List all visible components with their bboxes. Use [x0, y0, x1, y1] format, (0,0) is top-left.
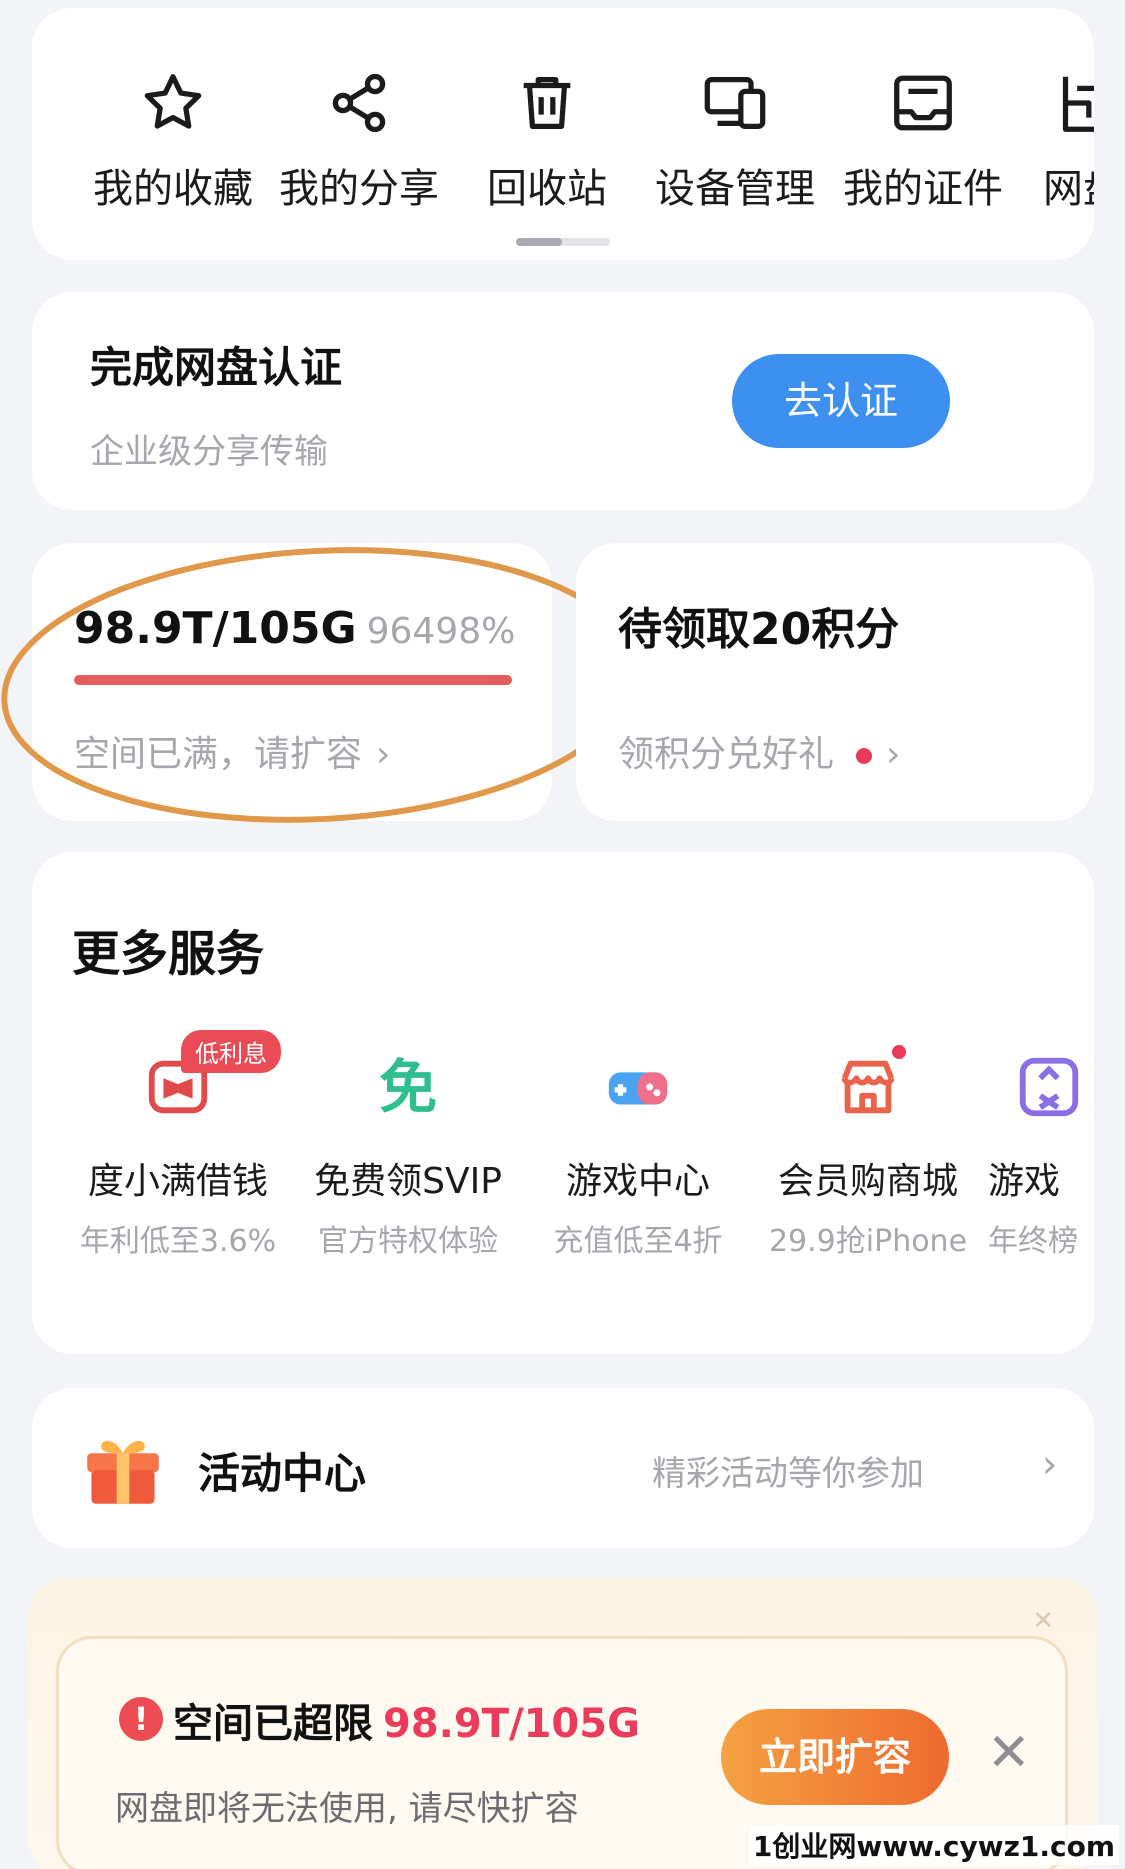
cloud-drive-icon [1062, 76, 1094, 132]
service-desc: 充值低至4折 [553, 1224, 723, 1259]
recycle-bin-button[interactable]: 回收站 [462, 68, 632, 214]
verification-card: 完成网盘认证 企业级分享传输 去认证 [32, 292, 1094, 510]
verification-subtitle: 企业级分享传输 [90, 432, 328, 472]
service-item-free-svip[interactable]: 免 免费领SVIP 官方特权体验 [298, 1052, 518, 1260]
storage-progress-fill [74, 675, 512, 685]
page-indicator-active [516, 238, 562, 246]
watermark: 1创业网www.cywz1.com [748, 1825, 1119, 1865]
storage-percent: 96498% [366, 611, 516, 652]
service-name: 度小满借钱 [87, 1161, 268, 1202]
devices-icon [704, 77, 766, 129]
quick-actions-card: 我的收藏 我的分享 回收站 设备管理 我的证件 网盘 [32, 8, 1094, 260]
store-icon [833, 1042, 909, 1122]
cloud-drive-button[interactable]: 网盘 [998, 68, 1094, 214]
chevron-right-icon: › [376, 734, 391, 775]
expand-now-button[interactable]: 立即扩容 [721, 1709, 949, 1805]
notification-dot [889, 1042, 909, 1062]
my-documents-label: 我的证件 [843, 166, 1003, 212]
storage-usage-value: 98.9T/105G [74, 603, 357, 654]
service-name: 游戏中心 [565, 1161, 710, 1202]
service-item-du-xiaoman[interactable]: 低利息 度小满借钱 年利低至3.6% [68, 1030, 288, 1260]
verification-title: 完成网盘认证 [90, 343, 343, 392]
service-item-member-store[interactable]: 会员购商城 29.9抢iPhone [758, 1042, 978, 1260]
activity-center-row[interactable]: 活动中心 精彩活动等你参加 › [32, 1388, 1094, 1548]
expand-storage-link[interactable]: 空间已满，请扩容 › [74, 725, 390, 777]
service-desc: 29.9抢iPhone [768, 1224, 968, 1259]
alert-subtitle: 网盘即将无法使用, 请尽快扩容 [115, 1789, 579, 1829]
favorites-label: 我的收藏 [93, 166, 253, 212]
id-card-icon [894, 75, 952, 131]
points-title: 待领取20积分 [618, 604, 900, 655]
services-title: 更多服务 [72, 926, 265, 982]
storage-progress-bar [74, 675, 512, 685]
service-name: 免费领SVIP [314, 1161, 502, 1202]
storage-usage: 98.9T/105G 96498% [74, 603, 515, 654]
gamepad-icon [603, 1052, 673, 1122]
device-management-label: 设备管理 [655, 166, 815, 212]
redeem-points-link[interactable]: 领积分兑好礼 › [618, 725, 900, 777]
alert-title-text: 空间已超限 [173, 1701, 373, 1747]
star-icon [144, 74, 202, 129]
cloud-drive-label: 网盘 [1043, 166, 1094, 212]
service-name: 游戏 [988, 1161, 1061, 1202]
close-icon[interactable]: ✕ [1032, 1606, 1054, 1636]
expand-storage-label: 空间已满，请扩容 [74, 734, 363, 775]
favorites-button[interactable]: 我的收藏 [88, 68, 258, 214]
close-icon[interactable]: ✕ [987, 1723, 1031, 1783]
page-indicator [516, 238, 610, 246]
share-icon [332, 73, 386, 133]
service-item-game-center[interactable]: 游戏中心 充值低至4折 [528, 1052, 748, 1260]
activity-subtitle: 精彩活动等你参加 [652, 1454, 924, 1494]
shares-label: 我的分享 [279, 166, 439, 212]
activity-title: 活动中心 [198, 1449, 367, 1498]
chevron-right-icon: › [1042, 1442, 1058, 1486]
service-item-game[interactable]: 游戏 年终榜 [988, 1052, 1094, 1260]
recycle-bin-label: 回收站 [487, 166, 607, 212]
verify-button[interactable]: 去认证 [732, 354, 950, 448]
alert-usage: 98.9T/105G [383, 1701, 640, 1747]
service-desc: 年终榜 [988, 1224, 1078, 1259]
gift-icon [87, 1440, 159, 1504]
points-card[interactable]: 待领取20积分 领积分兑好礼 › [576, 543, 1094, 821]
my-documents-button[interactable]: 我的证件 [838, 68, 1008, 214]
du-xiaoman-icon: 低利息 [143, 1030, 281, 1122]
storage-card[interactable]: 98.9T/105G 96498% 空间已满，请扩容 › [32, 543, 552, 821]
redeem-points-label: 领积分兑好礼 [618, 734, 835, 775]
game-icon [1014, 1052, 1084, 1122]
service-desc: 官方特权体验 [318, 1224, 498, 1259]
alert-title: 空间已超限 98.9T/105G [173, 1691, 640, 1749]
warning-icon: ! [119, 1697, 163, 1741]
device-management-button[interactable]: 设备管理 [650, 68, 820, 214]
more-services-card: 更多服务 低利息 度小满借钱 年利低至3.6% 免 免费领SVIP 官方特权体验… [32, 852, 1094, 1354]
free-svip-icon: 免 [378, 1053, 437, 1121]
service-name: 会员购商城 [777, 1161, 958, 1202]
chevron-right-icon: › [886, 734, 901, 775]
service-desc: 年利低至3.6% [79, 1224, 277, 1259]
trash-icon [523, 77, 571, 129]
notification-dot [856, 748, 873, 764]
low-interest-badge: 低利息 [181, 1030, 281, 1073]
shares-button[interactable]: 我的分享 [274, 68, 444, 214]
